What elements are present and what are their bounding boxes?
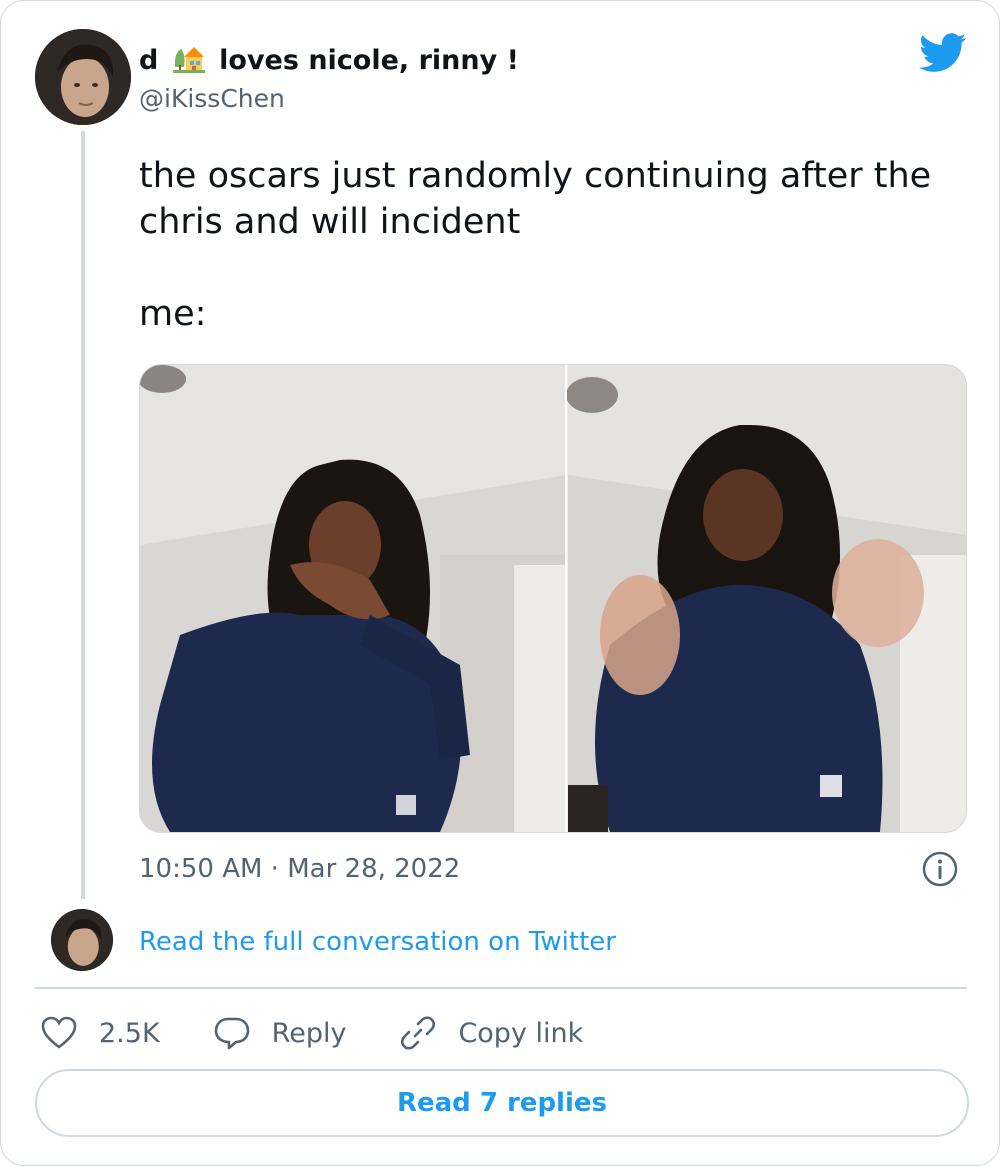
author-name-suffix: loves nicole, rinny ! [219,45,519,76]
divider [35,987,967,989]
house-with-garden-icon [172,41,206,75]
reply-label: Reply [271,1017,347,1049]
tweet-embed-card: d loves nicole, rinny ! @iKissChen the o… [0,0,1000,1166]
media-image-right [566,365,966,832]
reply-button[interactable]: Reply [212,1013,347,1053]
copy-link-button[interactable]: Copy link [398,1013,583,1053]
reply-bubble-icon [214,1017,249,1050]
like-count: 2.5K [99,1017,160,1049]
author-name-prefix: d [139,45,159,76]
author-handle[interactable]: @iKissChen [139,83,285,115]
thread-line [81,131,85,899]
heart-icon [41,1016,77,1049]
like-button[interactable]: 2.5K [39,1013,160,1053]
author-name[interactable]: d loves nicole, rinny ! [139,41,519,78]
author-avatar[interactable] [35,29,131,125]
author-avatar-small[interactable] [51,909,113,971]
tweet-media[interactable] [139,364,967,833]
info-icon[interactable] [921,850,959,888]
action-bar: 2.5K Reply Copy link [39,1007,635,1059]
twitter-bird-icon[interactable] [918,33,967,73]
media-image-left [140,365,566,832]
tweet-timestamp[interactable]: 10:50 AM · Mar 28, 2022 [139,851,460,887]
read-full-conversation-link[interactable]: Read the full conversation on Twitter [139,923,616,961]
read-replies-button[interactable]: Read 7 replies [35,1069,969,1137]
copy-link-label: Copy link [458,1017,584,1049]
link-icon [401,1016,436,1050]
tweet-text: the oscars just randomly continuing afte… [139,156,932,334]
